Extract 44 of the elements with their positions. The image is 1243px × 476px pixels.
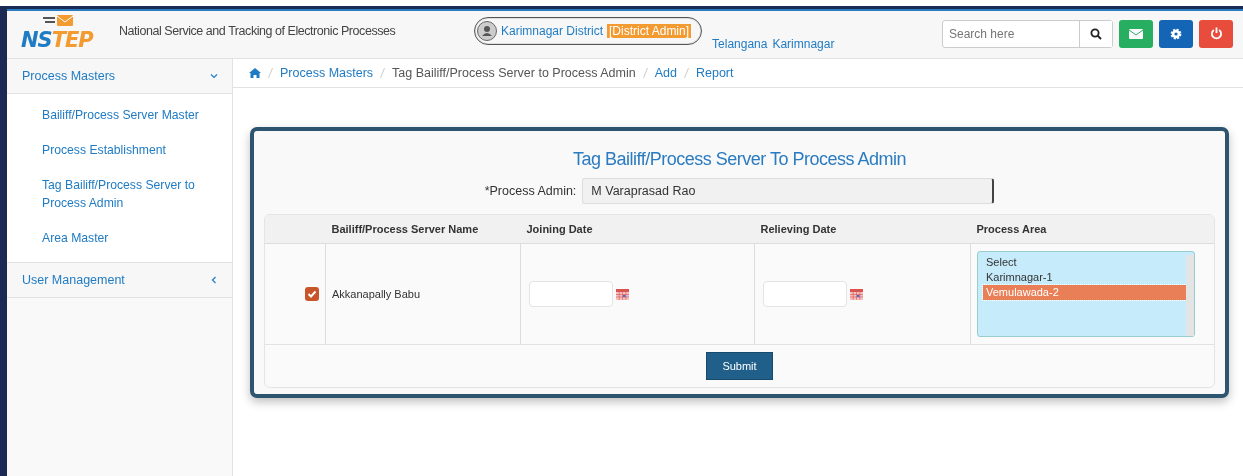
- list-option[interactable]: Vemulawada-2: [983, 285, 1186, 300]
- column-header: Bailiff/Process Server Name: [325, 215, 521, 244]
- date-field[interactable]: [529, 281, 613, 307]
- breadcrumb-current: Tag Bailiff/Process Server to Process Admin: [392, 66, 636, 80]
- area-listbox[interactable]: Select Karimnagar-1 Vemulawada-2: [977, 251, 1195, 337]
- search-field[interactable]: Search here: [942, 19, 1113, 48]
- breadcrumb-link[interactable]: Process Masters: [280, 66, 374, 80]
- mail-button[interactable]: [1119, 19, 1153, 48]
- admin-select[interactable]: M Varaprasad Rao: [582, 178, 995, 204]
- breadcrumb-link[interactable]: Add: [654, 66, 677, 80]
- form-title: Tag Bailiff/Process Server To Process Admin: [572, 149, 907, 170]
- sidebar-link[interactable]: Tag Bailiff/Process Server to Process Admin: [7, 168, 232, 221]
- slash-divider: [268, 68, 273, 78]
- sidebar-link[interactable]: Area Master: [7, 221, 232, 256]
- list-option[interactable]: Karimnagar-1: [983, 270, 1186, 285]
- logo: NSTEP: [21, 17, 107, 52]
- column-header: Relieving Date: [754, 215, 971, 244]
- column-header: Joining Date: [520, 215, 755, 244]
- settings-icon: [1170, 27, 1182, 40]
- power-button[interactable]: [1199, 19, 1233, 48]
- column-header: Process Area: [970, 215, 1214, 244]
- power-icon: [1209, 27, 1223, 40]
- table-cell: Akkanapally Babu: [325, 243, 521, 344]
- scrollbar[interactable]: [1186, 255, 1194, 336]
- field-label: *Process Admin:: [484, 184, 577, 198]
- slash-divider: [642, 68, 648, 78]
- calendar-icon[interactable]: [850, 288, 863, 300]
- breadcrumb-link[interactable]: Report: [695, 66, 734, 80]
- district-label: Karimnagar: [772, 36, 835, 51]
- envelope-icon: [1129, 28, 1143, 39]
- sidebar-link[interactable]: Bailiff/Process Server Master: [7, 98, 232, 133]
- app-title: National Service and Tracking of Electronic Processes: [119, 23, 397, 38]
- checkbox[interactable]: [305, 287, 319, 302]
- sidebar-link[interactable]: Process Establishment: [7, 133, 232, 168]
- settings-button[interactable]: [1159, 19, 1193, 48]
- date-field[interactable]: [763, 281, 847, 307]
- slash-divider: [380, 68, 386, 78]
- state-label: Telangana: [712, 36, 768, 51]
- calendar-icon[interactable]: [616, 288, 629, 300]
- home-icon[interactable]: [249, 68, 261, 78]
- submit-button[interactable]: Submit: [706, 352, 773, 380]
- slash-divider: [683, 68, 689, 78]
- list-option[interactable]: Select: [983, 255, 1186, 270]
- user-icon: [477, 20, 497, 41]
